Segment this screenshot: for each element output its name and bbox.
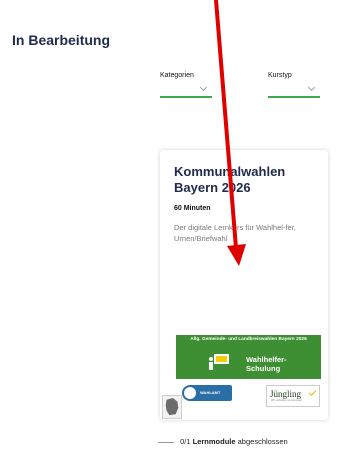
chevron-down-icon xyxy=(307,83,316,92)
filter-underline xyxy=(160,96,212,98)
course-card[interactable]: Kommunalwahlen Bayern 2026 60 Minuten De… xyxy=(160,150,328,420)
course-image: Allg. Gemeinde- und Landkreiswahlen Baye… xyxy=(176,335,321,413)
progress-count: 0/1 xyxy=(180,437,191,446)
ballot-box-icon xyxy=(184,387,196,399)
progress-suffix: abgeschlossen xyxy=(237,437,288,446)
progress-label: Lernmodule xyxy=(192,437,236,446)
course-progress: 0/1 Lernmodule abgeschlossen xyxy=(158,437,288,446)
filter-kategorien[interactable]: Kategorien xyxy=(160,72,212,98)
filter-underline xyxy=(268,96,320,98)
chevron-down-icon xyxy=(199,83,208,92)
wahlamt-badge: WAHLAMT xyxy=(182,385,232,401)
section-title: In Bearbeitung xyxy=(12,32,111,48)
course-description: Der digitale Lernkurs für Wahlhel-fer, U… xyxy=(174,223,296,243)
progress-indicator xyxy=(158,441,174,443)
filter-label: Kurstyp xyxy=(268,72,292,79)
course-overview-page: In Bearbeitung Kategorien Kurstyp Kommun… xyxy=(0,0,346,470)
filter-label: Kategorien xyxy=(160,72,194,79)
brand-name: Jüngling xyxy=(270,389,302,399)
check-icon xyxy=(308,388,317,396)
brand-tagline: Wir verbinden mit Lösungen xyxy=(271,399,303,402)
brand-logo: Jüngling Wir verbinden mit Lösungen xyxy=(266,385,320,407)
filter-kurstyp[interactable]: Kurstyp xyxy=(268,72,320,98)
bavaria-map-icon xyxy=(162,395,182,419)
course-image-footer: WAHLAMT Jüngling Wir verbinden mit Lösun… xyxy=(176,379,321,413)
course-duration: 60 Minuten xyxy=(174,205,211,212)
wahlamt-label: WAHLAMT xyxy=(200,390,221,395)
course-image-heading: Allg. Gemeinde- und Landkreiswahlen Baye… xyxy=(190,337,307,342)
course-image-subheading: Wahlhelfer-Schulung xyxy=(246,355,287,373)
trainer-icon xyxy=(209,354,229,370)
course-title: Kommunalwahlen Bayern 2026 xyxy=(174,164,286,195)
